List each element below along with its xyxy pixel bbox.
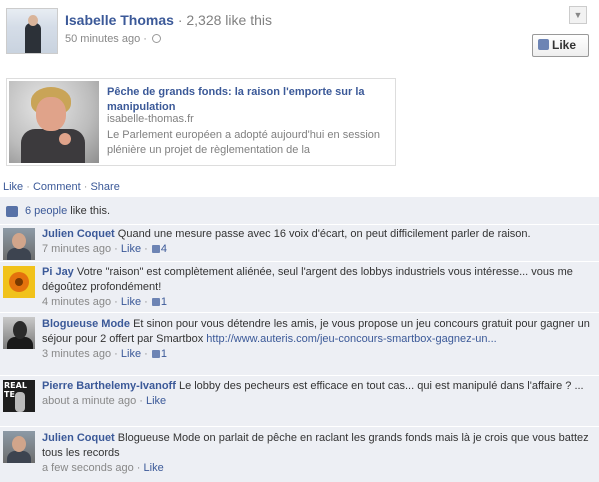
feedback-area: 6 people like this. Julien Coquet Quand … bbox=[0, 197, 599, 482]
action-separator: · bbox=[26, 181, 30, 193]
post-actions: Like · Comment · Share bbox=[3, 181, 120, 193]
comment-external-link[interactable]: http://www.auteris.com/jeu-concours-smar… bbox=[206, 333, 496, 345]
comment-likes-count[interactable]: 1 bbox=[151, 296, 167, 308]
comment-likes-count[interactable]: 1 bbox=[151, 348, 167, 360]
comment-likes-count[interactable]: 4 bbox=[151, 243, 167, 255]
comment-likes-number: 4 bbox=[160, 243, 167, 255]
page-avatar[interactable] bbox=[6, 8, 58, 54]
page-like-count: · 2,328 like this bbox=[177, 12, 272, 28]
comment-time[interactable]: 3 minutes ago bbox=[42, 348, 111, 360]
comment-text: Blogueuse Mode on parlait de pêche en ra… bbox=[42, 432, 589, 459]
comment-meta: 3 minutes ago · Like · 1 bbox=[42, 348, 167, 360]
comment-like-link[interactable]: Like bbox=[121, 348, 141, 360]
like-action[interactable]: Like bbox=[3, 181, 23, 193]
link-thumbnail[interactable] bbox=[9, 81, 99, 163]
link-title[interactable]: Pêche de grands fonds: la raison l'empor… bbox=[107, 85, 387, 115]
thumbs-up-icon bbox=[538, 39, 549, 50]
comment-author[interactable]: Blogueuse Mode bbox=[42, 318, 130, 330]
comment-text: Quand une mesure passe avec 16 voix d'éc… bbox=[114, 228, 531, 240]
comment-item: REAL TE Pierre Barthelemy-Ivanoff Le lob… bbox=[0, 377, 599, 427]
thumbs-up-icon bbox=[6, 206, 18, 217]
comment-like-link[interactable]: Like bbox=[121, 243, 141, 255]
link-description: Le Parlement européen a adopté aujourd'h… bbox=[107, 129, 381, 156]
comment-item: Pi Jay Votre "raison" est complètement a… bbox=[0, 263, 599, 313]
page-name-link[interactable]: Isabelle Thomas bbox=[65, 12, 174, 28]
comment-time[interactable]: 7 minutes ago bbox=[42, 243, 111, 255]
like-button-label: Like bbox=[552, 38, 577, 52]
link-url: isabelle-thomas.fr bbox=[107, 113, 194, 125]
comment-meta: 4 minutes ago · Like · 1 bbox=[42, 296, 167, 308]
thumbs-up-icon bbox=[151, 245, 160, 253]
thumbs-up-icon bbox=[151, 298, 160, 306]
comment-time[interactable]: a few seconds ago bbox=[42, 462, 134, 474]
commenter-avatar[interactable] bbox=[3, 431, 35, 463]
comment-author[interactable]: Pierre Barthelemy-Ivanoff bbox=[42, 380, 176, 392]
comment-author[interactable]: Pi Jay bbox=[42, 266, 74, 278]
likes-summary-text: 6 people like this. bbox=[25, 205, 110, 217]
comment-likes-number: 1 bbox=[160, 296, 167, 308]
comment-body: Julien Coquet Blogueuse Mode on parlait … bbox=[42, 431, 592, 476]
likes-summary-row: 6 people like this. bbox=[0, 197, 599, 225]
time-separator: · bbox=[143, 33, 147, 45]
post-timestamp-line: 50 minutes ago · bbox=[65, 33, 162, 45]
shared-link-card[interactable]: Pêche de grands fonds: la raison l'empor… bbox=[6, 78, 396, 166]
commenter-avatar[interactable] bbox=[3, 317, 35, 349]
comment-author[interactable]: Julien Coquet bbox=[42, 228, 115, 240]
comment-like-link[interactable]: Like bbox=[146, 395, 166, 407]
commenter-avatar[interactable] bbox=[3, 266, 35, 298]
comment-item: Julien Coquet Quand une mesure passe ave… bbox=[0, 226, 599, 262]
thumbs-up-icon bbox=[151, 350, 160, 358]
comment-item: Blogueuse Mode Et sinon pour vous détend… bbox=[0, 314, 599, 376]
post-options-chevron-icon[interactable]: ▼ bbox=[569, 6, 587, 24]
comment-body: Pierre Barthelemy-Ivanoff Le lobby des p… bbox=[42, 379, 592, 409]
comment-like-link[interactable]: Like bbox=[144, 462, 164, 474]
comment-author[interactable]: Julien Coquet bbox=[42, 432, 115, 444]
comment-body: Julien Coquet Quand une mesure passe ave… bbox=[42, 227, 592, 257]
likers-link[interactable]: 6 people bbox=[25, 205, 67, 217]
comment-meta: 7 minutes ago · Like · 4 bbox=[42, 243, 167, 255]
comment-likes-number: 1 bbox=[160, 348, 167, 360]
comment-action[interactable]: Comment bbox=[33, 181, 81, 193]
comment-body: Blogueuse Mode Et sinon pour vous détend… bbox=[42, 317, 592, 362]
likes-suffix: like this. bbox=[67, 205, 111, 217]
comment-text: Votre "raison" est complètement aliénée,… bbox=[42, 266, 573, 293]
comment-text: Le lobby des pecheurs est efficace en to… bbox=[175, 380, 584, 392]
comment-meta: a few seconds ago · Like bbox=[42, 462, 164, 474]
comment-time[interactable]: 4 minutes ago bbox=[42, 296, 111, 308]
globe-icon bbox=[152, 34, 162, 43]
commenter-avatar[interactable]: REAL TE bbox=[3, 380, 35, 412]
post-time[interactable]: 50 minutes ago bbox=[65, 33, 140, 45]
share-action[interactable]: Share bbox=[90, 181, 119, 193]
comment-like-link[interactable]: Like bbox=[121, 296, 141, 308]
comment-body: Pi Jay Votre "raison" est complètement a… bbox=[42, 265, 592, 310]
page-like-button[interactable]: Like bbox=[532, 34, 589, 57]
action-separator: · bbox=[83, 181, 88, 193]
post-header: Isabelle Thomas · 2,328 like this bbox=[65, 12, 272, 28]
comment-meta: about a minute ago · Like bbox=[42, 395, 167, 407]
comment-item: Julien Coquet Blogueuse Mode on parlait … bbox=[0, 428, 599, 482]
commenter-avatar[interactable] bbox=[3, 228, 35, 260]
comment-time[interactable]: about a minute ago bbox=[42, 395, 136, 407]
